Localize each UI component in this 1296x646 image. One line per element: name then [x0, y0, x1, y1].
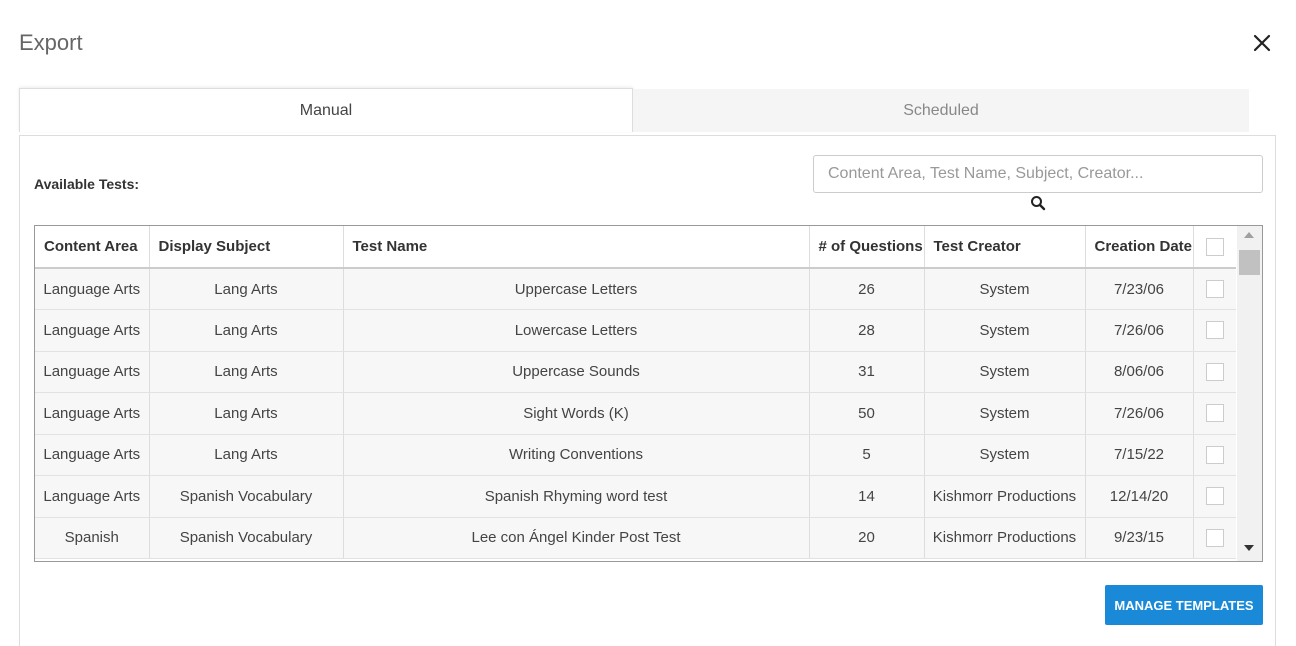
close-icon[interactable] [1250, 31, 1274, 55]
header-test-creator[interactable]: Test Creator [924, 226, 1086, 269]
cell-test-name: Spanish Rhyming word test [343, 475, 810, 518]
cell-creation-date: 12/14/20 [1085, 475, 1194, 518]
cell-content-area: Language Arts [35, 475, 150, 518]
cell-num-questions: 26 [809, 268, 925, 310]
row-checkbox[interactable] [1205, 528, 1224, 547]
cell-test-creator: System [924, 309, 1086, 352]
cell-content-area: Language Arts [35, 268, 150, 310]
table-row[interactable]: Language Arts Lang Arts Uppercase Sounds… [35, 351, 1236, 393]
table-row[interactable]: Language Arts Lang Arts Uppercase Letter… [35, 268, 1236, 310]
cell-creation-date: 8/06/06 [1085, 351, 1194, 393]
table-row[interactable]: Language Arts Spanish Vocabulary Spanish… [35, 475, 1236, 518]
cell-creation-date: 7/26/06 [1085, 309, 1194, 352]
cell-test-name: Writing Conventions [343, 434, 810, 476]
header-test-name[interactable]: Test Name [343, 226, 810, 269]
cell-num-questions: 31 [809, 351, 925, 393]
cell-content-area: Spanish [35, 517, 150, 559]
cell-creation-date: 9/23/15 [1085, 517, 1194, 559]
manual-panel: Available Tests: Content Area Display Su… [19, 135, 1276, 646]
scroll-up-arrow-icon[interactable] [1244, 232, 1254, 238]
tests-table: Content Area Display Subject Test Name #… [34, 225, 1263, 562]
cell-test-name: Lee con Ángel Kinder Post Test [343, 517, 810, 559]
cell-display-subject: Lang Arts [149, 351, 344, 393]
cell-num-questions: 28 [809, 309, 925, 352]
select-all-checkbox[interactable] [1205, 237, 1224, 256]
page-title: Export [19, 30, 83, 55]
header-creation-date[interactable]: Creation Date [1085, 226, 1194, 269]
cell-creation-date: 7/26/06 [1085, 392, 1194, 435]
table-row[interactable]: Language Arts Lang Arts Writing Conventi… [35, 434, 1236, 476]
cell-content-area: Language Arts [35, 392, 150, 435]
cell-display-subject: Lang Arts [149, 434, 344, 476]
cell-display-subject: Lang Arts [149, 392, 344, 435]
cell-test-creator: System [924, 434, 1086, 476]
cell-test-name: Sight Words (K) [343, 392, 810, 435]
cell-test-creator: System [924, 268, 1086, 310]
cell-content-area: Language Arts [35, 309, 150, 352]
row-checkbox[interactable] [1205, 445, 1224, 464]
search-input[interactable] [813, 155, 1263, 193]
cell-display-subject: Lang Arts [149, 268, 344, 310]
cell-test-name: Uppercase Letters [343, 268, 810, 310]
cell-content-area: Language Arts [35, 351, 150, 393]
row-checkbox[interactable] [1205, 321, 1224, 340]
cell-test-creator: System [924, 351, 1086, 393]
manage-templates-button[interactable]: MANAGE TEMPLATES [1105, 585, 1263, 625]
table-scrollbar[interactable] [1237, 226, 1262, 561]
cell-creation-date: 7/15/22 [1085, 434, 1194, 476]
cell-display-subject: Spanish Vocabulary [149, 475, 344, 518]
search-icon[interactable] [1030, 195, 1046, 211]
cell-num-questions: 5 [809, 434, 925, 476]
header-display-subject[interactable]: Display Subject [149, 226, 344, 269]
cell-creation-date: 7/23/06 [1085, 268, 1194, 310]
row-checkbox[interactable] [1205, 487, 1224, 506]
table-row[interactable]: Spanish Spanish Vocabulary Lee con Ángel… [35, 517, 1236, 559]
scrollbar-thumb[interactable] [1239, 250, 1260, 275]
cell-display-subject: Lang Arts [149, 309, 344, 352]
cell-test-creator: Kishmorr Productions [924, 475, 1086, 518]
cell-num-questions: 20 [809, 517, 925, 559]
row-checkbox[interactable] [1205, 280, 1224, 299]
tab-scheduled[interactable]: Scheduled [633, 89, 1249, 132]
tab-manual[interactable]: Manual [19, 88, 633, 132]
cell-test-name: Uppercase Sounds [343, 351, 810, 393]
row-checkbox[interactable] [1205, 362, 1224, 381]
table-row[interactable]: Language Arts Lang Arts Sight Words (K) … [35, 392, 1236, 435]
cell-test-creator: System [924, 392, 1086, 435]
scroll-down-arrow-icon[interactable] [1244, 545, 1254, 551]
header-content-area[interactable]: Content Area [35, 226, 150, 269]
table-row[interactable]: Language Arts Lang Arts Lowercase Letter… [35, 309, 1236, 352]
row-checkbox[interactable] [1205, 404, 1224, 423]
cell-test-creator: Kishmorr Productions [924, 517, 1086, 559]
available-tests-label: Available Tests: [34, 176, 140, 192]
cell-num-questions: 50 [809, 392, 925, 435]
cell-content-area: Language Arts [35, 434, 150, 476]
cell-test-name: Lowercase Letters [343, 309, 810, 352]
cell-num-questions: 14 [809, 475, 925, 518]
tab-bar: Manual Scheduled [19, 88, 1249, 136]
table-header-row: Content Area Display Subject Test Name #… [35, 226, 1236, 269]
header-num-questions[interactable]: # of Questions [809, 226, 925, 269]
cell-display-subject: Spanish Vocabulary [149, 517, 344, 559]
